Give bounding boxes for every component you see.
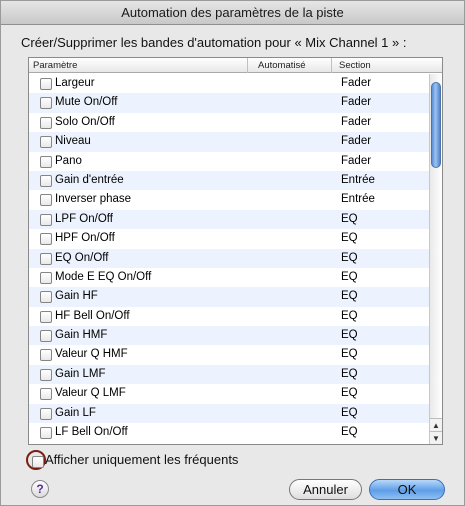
frequent-only-label: Afficher uniquement les fréquents [45,452,239,467]
row-checkbox[interactable] [40,252,52,265]
parameter-name: Gain LF [55,406,96,419]
table-row[interactable]: Pano Fader [29,152,429,171]
section-cell: Fader [341,115,372,128]
section-cell: Fader [341,96,372,109]
parameter-name: Gain d'entrée [55,173,124,186]
section-cell: EQ [341,406,358,419]
section-cell: EQ [341,426,358,439]
section-cell: Fader [341,135,372,148]
table-row[interactable]: Mode E EQ On/Off EQ [29,268,429,287]
parameter-name: Solo On/Off [55,115,115,128]
row-checkbox[interactable] [40,194,52,207]
section-cell: EQ [341,367,358,380]
parameter-name: Gain HF [55,290,98,303]
table-row[interactable]: Gain HF EQ [29,287,429,307]
table-row[interactable]: Solo On/Off Fader [29,113,429,132]
parameter-name: Gain HMF [55,329,108,342]
section-cell: EQ [341,212,358,225]
parameter-name: Valeur Q LMF [55,387,126,400]
row-checkbox[interactable] [40,174,52,187]
ok-button[interactable]: OK [369,479,445,500]
table-row[interactable]: Valeur Q LMF EQ [29,384,429,403]
row-checkbox[interactable] [40,368,52,381]
table-row[interactable]: Gain HMF EQ [29,326,429,346]
column-header-parameter[interactable]: Paramètre [29,58,248,73]
table-row[interactable]: EQ On/Off EQ [29,248,429,268]
row-checkbox[interactable] [40,349,52,362]
frequent-only-checkbox[interactable] [32,456,44,468]
row-checkbox[interactable] [40,213,52,226]
parameter-name: Mute On/Off [55,96,118,109]
scrollbar-thumb[interactable] [431,82,441,168]
section-cell: EQ [341,270,358,283]
table-row[interactable]: Gain d'entrée Entrée [29,170,429,191]
section-cell: EQ [341,290,358,303]
table-header: Paramètre Automatisé Section [29,58,442,73]
row-checkbox[interactable] [40,271,52,284]
parameter-name: Mode E EQ On/Off [55,270,152,283]
cancel-button[interactable]: Annuler [289,479,362,500]
row-checkbox[interactable] [40,97,52,110]
dialog-prompt: Créer/Supprimer les bandes d'automation … [21,35,407,50]
row-checkbox[interactable] [40,388,52,401]
parameter-table: Paramètre Automatisé Section Largeur Fade… [28,57,443,445]
section-cell: Entrée [341,173,375,186]
table-row[interactable]: Gain LMF EQ [29,364,429,385]
column-header-section[interactable]: Section [332,58,427,73]
help-icon[interactable]: ? [31,480,49,498]
row-checkbox[interactable] [40,330,52,343]
parameter-name: Niveau [55,135,91,148]
table-body: Largeur Fader Mute On/Off Fader Solo On/Off F… [29,74,429,444]
table-row[interactable]: Niveau Fader [29,132,429,152]
row-checkbox[interactable] [40,78,52,90]
row-checkbox[interactable] [40,291,52,304]
parameter-name: Largeur [55,77,95,89]
table-row[interactable]: Inverser phase Entrée [29,190,429,209]
automation-dialog: Automation des paramètres de la piste Cr… [0,0,465,506]
window-title: Automation des paramètres de la piste [1,1,464,25]
parameter-name: Pano [55,154,82,167]
vertical-scrollbar[interactable]: ▲ ▼ [429,74,442,444]
column-header-automated[interactable]: Automatisé [248,58,332,73]
section-cell: Entrée [341,193,375,206]
parameter-name: LPF On/Off [55,212,113,225]
table-row[interactable]: LPF On/Off EQ [29,209,429,230]
table-row[interactable]: Valeur Q HMF EQ [29,345,429,364]
row-checkbox[interactable] [40,407,52,420]
parameter-name: HF Bell On/Off [55,309,130,322]
parameter-name: Inverser phase [55,193,132,206]
section-cell: EQ [341,348,358,361]
table-row[interactable]: HF Bell On/Off EQ [29,307,429,326]
parameter-name: LF Bell On/Off [55,426,128,439]
scroll-up-arrow-icon[interactable]: ▲ [430,418,442,431]
parameter-name: HPF On/Off [55,232,115,245]
row-checkbox[interactable] [40,233,52,246]
section-cell: EQ [341,251,358,264]
table-row[interactable]: HPF On/Off EQ [29,229,429,248]
table-row[interactable]: Mute On/Off Fader [29,93,429,113]
parameter-name: Gain LMF [55,367,106,380]
parameter-name: Valeur Q HMF [55,348,128,361]
section-cell: EQ [341,309,358,322]
row-checkbox[interactable] [40,155,52,168]
section-cell: EQ [341,232,358,245]
section-cell: EQ [341,387,358,400]
row-checkbox[interactable] [40,136,52,149]
section-cell: EQ [341,329,358,342]
table-row[interactable]: Gain LF EQ [29,403,429,424]
scroll-down-arrow-icon[interactable]: ▼ [430,431,442,444]
row-checkbox[interactable] [40,310,52,323]
section-cell: Fader [341,77,372,89]
table-row[interactable]: Largeur Fader [29,74,429,93]
section-cell: Fader [341,154,372,167]
table-row[interactable]: LF Bell On/Off EQ [29,423,429,442]
row-checkbox[interactable] [40,116,52,129]
row-checkbox[interactable] [40,427,52,440]
parameter-name: EQ On/Off [55,251,109,264]
